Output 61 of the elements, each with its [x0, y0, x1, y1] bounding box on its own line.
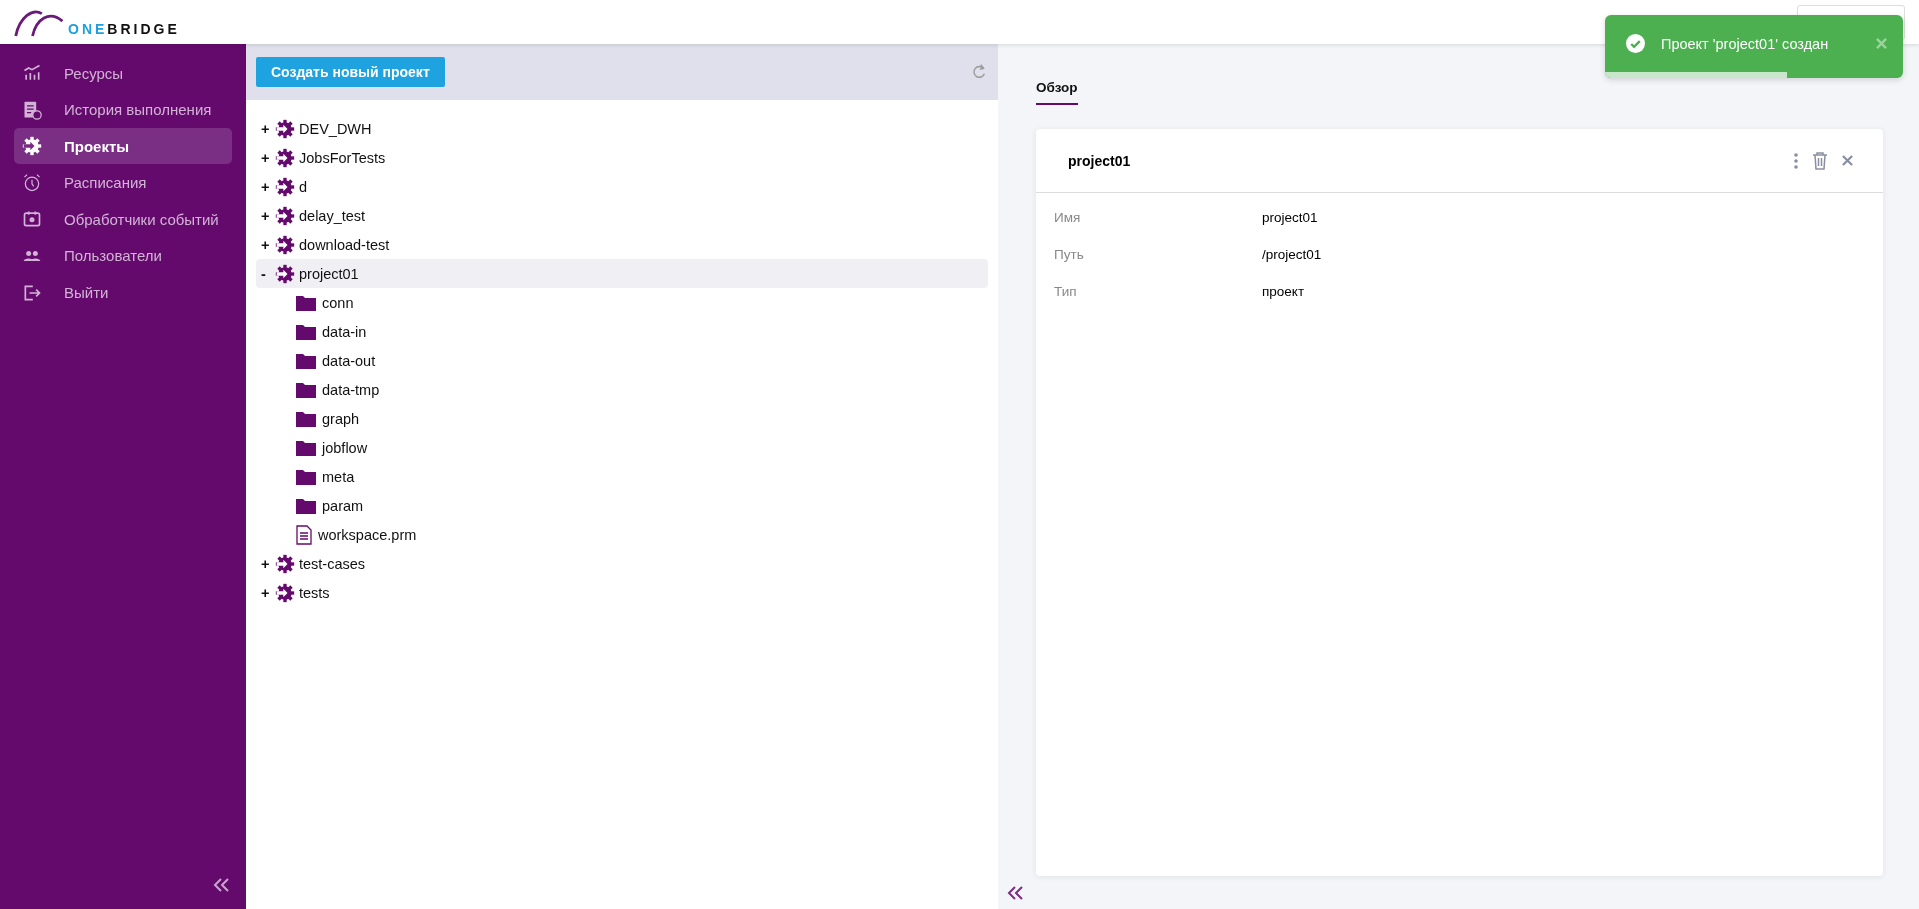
tree-item[interactable]: + tests: [256, 578, 988, 607]
tree-item[interactable]: conn: [256, 288, 988, 317]
toast-message: Проект 'project01' создан: [1661, 35, 1830, 52]
collapse-toggle[interactable]: -: [261, 265, 271, 282]
property-value: /project01: [1262, 246, 1323, 264]
expand-toggle[interactable]: +: [261, 555, 271, 572]
property-value: проект: [1262, 283, 1306, 301]
trash-icon[interactable]: [1812, 151, 1828, 170]
sidebar-item[interactable]: Выйти: [14, 274, 232, 311]
property-name: Тип: [1054, 283, 1078, 301]
alarm-clock-icon: [22, 172, 42, 193]
expand-toggle[interactable]: +: [261, 120, 271, 137]
sidebar-item[interactable]: Пользователи: [14, 237, 232, 274]
check-icon: [1626, 34, 1645, 53]
tree-item[interactable]: - project01: [256, 259, 988, 288]
folder-icon: [296, 323, 316, 340]
expand-toggle[interactable]: +: [261, 236, 271, 253]
more-icon[interactable]: [1794, 152, 1798, 169]
tree-item[interactable]: + test-cases: [256, 549, 988, 578]
gear-arrow-icon: [22, 136, 42, 157]
tree-item[interactable]: + DEV_DWH: [256, 114, 988, 143]
sidebar-item[interactable]: Ресурсы: [14, 55, 232, 91]
card-title: project01: [1068, 152, 1131, 169]
folder-icon: [296, 439, 316, 456]
folder-icon: [296, 468, 316, 485]
close-icon[interactable]: [1842, 155, 1853, 166]
property-name: Имя: [1054, 209, 1082, 227]
tree-item[interactable]: + delay_test: [256, 201, 988, 230]
document-clock-icon: [22, 99, 42, 120]
expand-toggle[interactable]: +: [261, 149, 271, 166]
logo: ONE BRIDGE: [12, 7, 180, 37]
tab[interactable]: Обзор: [1036, 80, 1078, 105]
tree-item[interactable]: data-out: [256, 346, 988, 375]
tree-item[interactable]: + download-test: [256, 230, 988, 259]
expand-toggle[interactable]: +: [261, 584, 271, 601]
folder-icon: [296, 381, 316, 398]
property-name: Путь: [1054, 246, 1085, 264]
close-icon[interactable]: [1876, 38, 1887, 49]
tree-item[interactable]: + d: [256, 172, 988, 201]
sidebar-item[interactable]: Обработчики событий: [14, 201, 232, 238]
sidebar-item[interactable]: История выполнения: [14, 91, 232, 128]
tree-item[interactable]: meta: [256, 462, 988, 491]
tree-item[interactable]: + JobsForTests: [256, 143, 988, 172]
file-icon: [296, 524, 312, 545]
tree-item[interactable]: graph: [256, 404, 988, 433]
folder-icon: [296, 352, 316, 369]
folder-icon: [296, 410, 316, 427]
property-value: project01: [1262, 209, 1319, 227]
expand-toggle[interactable]: +: [261, 178, 271, 195]
sidebar-item[interactable]: Проекты: [14, 128, 232, 165]
sidebar-item[interactable]: Расписания: [14, 164, 232, 201]
tree-item[interactable]: jobflow: [256, 433, 988, 462]
tree-item[interactable]: workspace.prm: [256, 520, 988, 549]
tree-item[interactable]: data-tmp: [256, 375, 988, 404]
refresh-icon[interactable]: [970, 63, 988, 81]
tree-item[interactable]: data-in: [256, 317, 988, 346]
tree-item[interactable]: param: [256, 491, 988, 520]
folder-icon: [296, 294, 316, 311]
expand-toggle[interactable]: +: [261, 207, 271, 224]
folder-icon: [296, 497, 316, 514]
chart-icon: [22, 63, 42, 83]
